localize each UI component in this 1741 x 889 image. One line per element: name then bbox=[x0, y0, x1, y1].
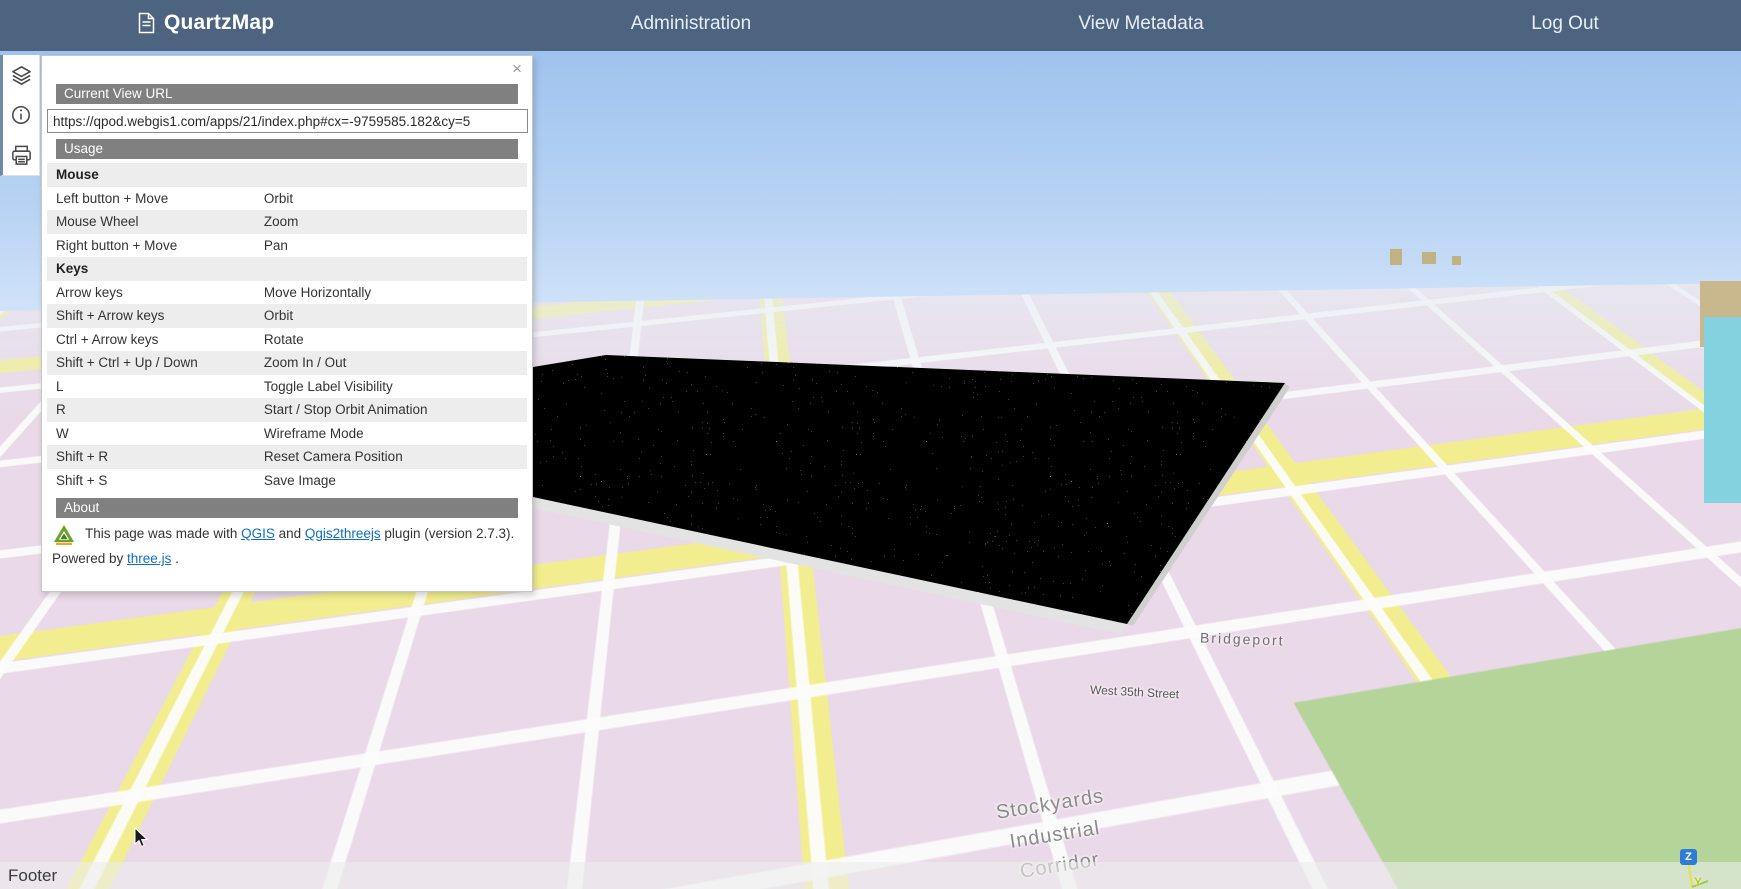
app-title: QuartzMap bbox=[164, 11, 274, 35]
url-section-header: Current View URL bbox=[56, 84, 518, 104]
footer-text: Footer bbox=[8, 866, 57, 886]
nav-administration[interactable]: Administration bbox=[631, 13, 751, 35]
qgis2threejs-logo-icon bbox=[52, 524, 76, 547]
usage-row: Shift + Ctrl + Up / DownZoom In / Out bbox=[47, 351, 527, 375]
mouse-cursor-icon bbox=[133, 827, 151, 849]
info-icon bbox=[10, 104, 32, 126]
horizon-building bbox=[1422, 252, 1436, 264]
print-button[interactable] bbox=[3, 135, 39, 175]
axis-y-label: Y bbox=[1694, 875, 1702, 889]
usage-row: LToggle Label Visibility bbox=[47, 375, 527, 399]
usage-row: Shift + RReset Camera Position bbox=[47, 445, 527, 469]
horizon-building bbox=[1452, 256, 1461, 265]
print-icon bbox=[10, 144, 33, 167]
current-view-url-input[interactable] bbox=[47, 109, 528, 133]
axis-z-label: Z bbox=[1680, 849, 1697, 865]
about-body: This page was made with QGIS and Qgis2th… bbox=[52, 524, 522, 547]
layers-icon bbox=[10, 64, 33, 87]
qgis2threejs-link[interactable]: Qgis2threejs bbox=[305, 526, 381, 541]
usage-row: Shift + Arrow keysOrbit bbox=[47, 304, 527, 328]
usage-table: Mouse Left button + MoveOrbit Mouse Whee… bbox=[47, 163, 527, 492]
document-icon bbox=[138, 12, 155, 34]
usage-row: Shift + SSave Image bbox=[47, 469, 527, 493]
axis-gizmo[interactable]: Z Y bbox=[1668, 841, 1741, 889]
usage-row: Arrow keysMove Horizontally bbox=[47, 281, 527, 305]
footer-bar: Footer bbox=[0, 862, 1741, 889]
brand: QuartzMap bbox=[138, 11, 274, 35]
usage-row: Right button + MovePan bbox=[47, 234, 527, 258]
map-lake bbox=[1704, 317, 1741, 503]
axis-lines-icon bbox=[1668, 841, 1741, 889]
nav-log-out[interactable]: Log Out bbox=[1531, 13, 1599, 35]
qgis-link[interactable]: QGIS bbox=[241, 526, 275, 541]
about-section-header: About bbox=[56, 498, 518, 518]
top-nav: QuartzMap Administration View Metadata L… bbox=[0, 0, 1741, 51]
horizon-building bbox=[1390, 249, 1402, 265]
powered-by-text: Powered by three.js . bbox=[52, 549, 522, 568]
usage-row: Mouse bbox=[47, 163, 527, 187]
usage-row: Ctrl + Arrow keysRotate bbox=[47, 328, 527, 352]
close-icon[interactable]: × bbox=[512, 60, 522, 77]
usage-row: Keys bbox=[47, 257, 527, 281]
about-text: This page was made with QGIS and Qgis2th… bbox=[85, 524, 514, 547]
usage-row: WWireframe Mode bbox=[47, 422, 527, 446]
map-toolbar bbox=[0, 55, 40, 176]
threejs-link[interactable]: three.js bbox=[127, 551, 171, 566]
info-button[interactable] bbox=[3, 95, 39, 135]
usage-row: Left button + MoveOrbit bbox=[47, 187, 527, 211]
layers-button[interactable] bbox=[3, 55, 39, 95]
usage-row: Mouse WheelZoom bbox=[47, 210, 527, 234]
nav-view-metadata[interactable]: View Metadata bbox=[1078, 13, 1203, 35]
usage-section-header: Usage bbox=[56, 139, 518, 159]
help-panel: × Current View URL Usage Mouse Left butt… bbox=[41, 55, 533, 592]
usage-row: RStart / Stop Orbit Animation bbox=[47, 398, 527, 422]
